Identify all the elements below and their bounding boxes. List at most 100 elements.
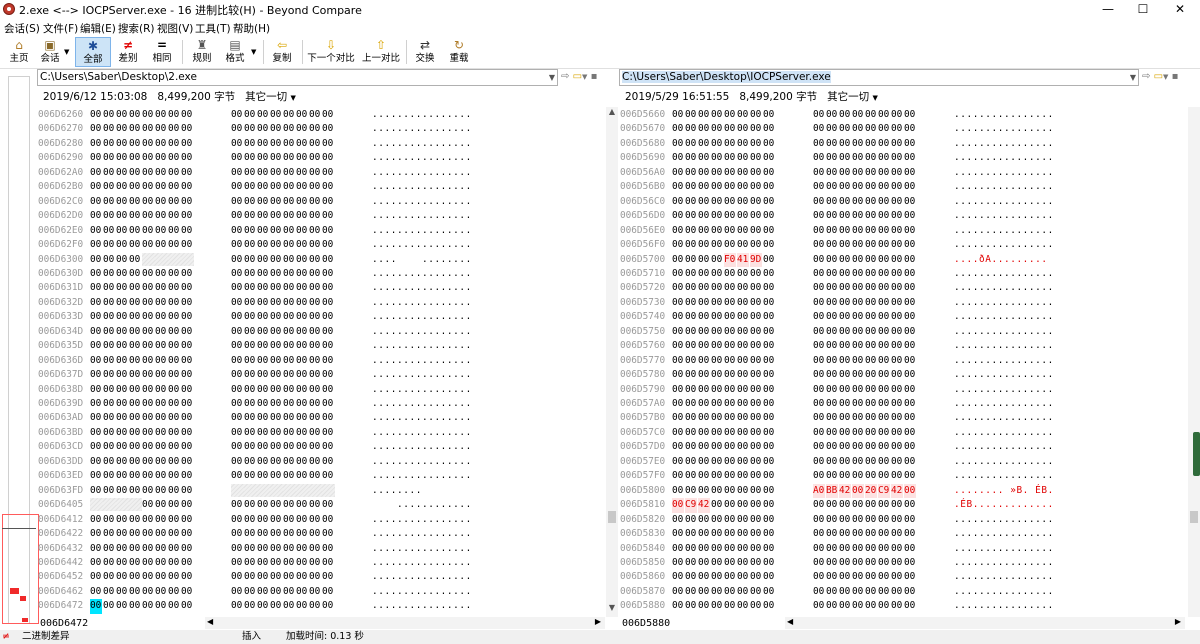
hex-byte[interactable]: 00	[90, 469, 102, 484]
hex-byte[interactable]: 00	[181, 180, 193, 195]
hex-byte[interactable]: 41	[737, 252, 749, 267]
hex-byte[interactable]: 00	[852, 527, 864, 542]
ascii-text[interactable]: ................	[372, 195, 472, 210]
hex-byte[interactable]: 00	[750, 238, 762, 253]
chevron-down-icon[interactable]: ▼	[873, 94, 878, 102]
hex-byte[interactable]: 00	[231, 570, 243, 585]
hex-byte[interactable]: 00	[296, 325, 308, 340]
hex-byte[interactable]: 00	[296, 253, 308, 268]
hex-row[interactable]: 006D57A0 00 00 00 00 00 00 00 00 00 00 00 00 00 00 00 00…	[620, 397, 1180, 412]
hex-byte[interactable]: 00	[839, 166, 851, 181]
hex-byte[interactable]: 00	[826, 238, 838, 253]
hex-byte[interactable]: 00	[155, 368, 167, 383]
hex-byte[interactable]: 00	[257, 527, 269, 542]
hex-byte[interactable]: 00	[813, 397, 825, 412]
hex-byte[interactable]: 00	[309, 570, 321, 585]
hex-byte[interactable]: 00	[129, 267, 141, 282]
hex-byte[interactable]: 00	[878, 585, 890, 600]
hex-byte[interactable]: 00	[296, 310, 308, 325]
hex-byte[interactable]: 00	[244, 180, 256, 195]
hex-byte[interactable]: 00	[129, 513, 141, 528]
hex-byte[interactable]: 00	[750, 599, 762, 614]
hex-byte[interactable]: 00	[839, 122, 851, 137]
chevron-down-icon[interactable]: ▼	[1130, 70, 1136, 85]
hex-byte[interactable]: 00	[168, 542, 180, 557]
ascii-text[interactable]: ................	[372, 209, 472, 224]
hex-byte[interactable]: 00	[155, 281, 167, 296]
hex-byte[interactable]: 00	[309, 542, 321, 557]
hex-byte[interactable]: 00	[90, 253, 102, 268]
hex-byte[interactable]: 00	[891, 440, 903, 455]
hex-byte[interactable]: 00	[724, 513, 736, 528]
hex-byte[interactable]: 00	[685, 513, 697, 528]
ascii-text[interactable]: ................	[372, 411, 472, 426]
hex-byte[interactable]: 00	[698, 570, 710, 585]
hex-byte[interactable]: 00	[865, 542, 877, 557]
hex-byte[interactable]: 00	[711, 368, 723, 383]
hex-byte[interactable]: 00	[283, 151, 295, 166]
hex-byte[interactable]: 00	[813, 108, 825, 123]
hex-byte[interactable]: 00	[711, 542, 723, 557]
hex-byte[interactable]: 00	[878, 542, 890, 557]
hex-byte[interactable]: 00	[737, 397, 749, 412]
hex-byte[interactable]: 00	[142, 484, 154, 499]
hex-row[interactable]: 006D6280 00 00 00 00 00 00 00 00 00 00 00 00 00 00 00 00…	[38, 137, 598, 152]
hex-byte[interactable]: 00	[672, 310, 684, 325]
hex-byte[interactable]: 42	[891, 483, 903, 499]
hex-byte[interactable]: 00	[724, 238, 736, 253]
hex-byte[interactable]: 00	[322, 383, 334, 398]
hex-byte[interactable]: 00	[763, 166, 775, 181]
hex-byte[interactable]: 00	[257, 209, 269, 224]
hex-byte[interactable]	[181, 252, 194, 266]
hex-byte[interactable]: BB	[826, 483, 838, 499]
hex-byte[interactable]: 00	[826, 354, 838, 369]
hex-byte[interactable]: 00	[244, 224, 256, 239]
hex-byte[interactable]: 00	[231, 281, 243, 296]
hex-byte[interactable]: 00	[839, 339, 851, 354]
hex-byte[interactable]: 00	[155, 498, 167, 513]
hex-byte[interactable]: 00	[129, 426, 141, 441]
hex-byte[interactable]: 00	[813, 325, 825, 340]
hex-row[interactable]: 006D5750 00 00 00 00 00 00 00 00 00 00 00 00 00 00 00 00…	[620, 325, 1180, 340]
hex-byte[interactable]: 00	[852, 397, 864, 412]
hex-byte[interactable]: 00	[283, 238, 295, 253]
hex-byte[interactable]: 00	[685, 281, 697, 296]
hex-byte[interactable]: 00	[90, 325, 102, 340]
hex-byte[interactable]: 00	[283, 585, 295, 600]
hex-byte[interactable]: 00	[852, 440, 864, 455]
hex-byte[interactable]: 00	[724, 354, 736, 369]
hex-byte[interactable]: 00	[142, 166, 154, 181]
hex-byte[interactable]: 00	[813, 455, 825, 470]
hex-byte[interactable]: 00	[724, 151, 736, 166]
hex-byte[interactable]: 00	[737, 440, 749, 455]
hex-byte[interactable]: 00	[865, 108, 877, 123]
hex-byte[interactable]: 00	[672, 195, 684, 210]
hex-byte[interactable]: 00	[257, 440, 269, 455]
hex-row[interactable]: 006D637D 00 00 00 00 00 00 00 00 00 00 00 00 00 00 00 00…	[38, 368, 598, 383]
hex-byte[interactable]: 00	[852, 426, 864, 441]
hex-byte[interactable]: 00	[839, 556, 851, 571]
hex-byte[interactable]: 00	[155, 556, 167, 571]
ascii-text[interactable]: ................	[954, 513, 1054, 528]
hex-byte[interactable]: 00	[763, 209, 775, 224]
hex-byte[interactable]: 00	[672, 180, 684, 195]
hex-row[interactable]: 006D5660 00 00 00 00 00 00 00 00 00 00 00 00 00 00 00 00…	[620, 108, 1180, 123]
hex-byte[interactable]: 00	[244, 383, 256, 398]
hex-byte[interactable]: 00	[103, 238, 115, 253]
hex-byte[interactable]: 00	[813, 166, 825, 181]
hex-byte[interactable]: 00	[904, 296, 916, 311]
hex-byte[interactable]: 00	[826, 253, 838, 268]
hex-byte[interactable]: 00	[90, 426, 102, 441]
hex-byte[interactable]: 00	[737, 513, 749, 528]
hex-byte[interactable]: 00	[231, 513, 243, 528]
hex-byte[interactable]: 00	[685, 325, 697, 340]
hex-byte[interactable]: 00	[763, 440, 775, 455]
hex-byte[interactable]: 00	[711, 527, 723, 542]
hex-byte[interactable]: 00	[142, 354, 154, 369]
hex-byte[interactable]: 00	[711, 224, 723, 239]
hex-byte[interactable]: 00	[103, 122, 115, 137]
hex-byte[interactable]: 00	[270, 137, 282, 152]
hex-byte[interactable]: 00	[904, 426, 916, 441]
hex-byte[interactable]: 00	[168, 527, 180, 542]
ascii-text[interactable]: ................	[954, 440, 1054, 455]
